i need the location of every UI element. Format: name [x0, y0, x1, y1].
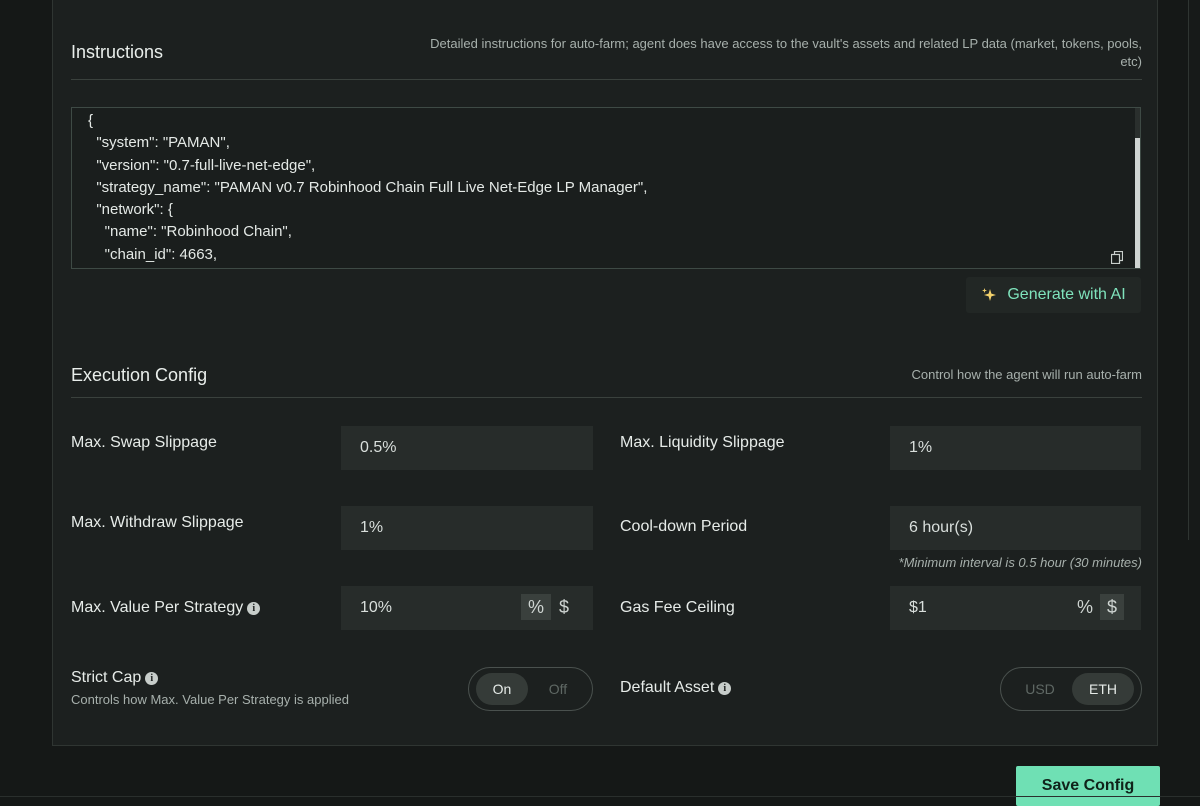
max-value-per-strategy-input[interactable]: 10% % $: [341, 586, 593, 630]
default-asset-toggle[interactable]: USD ETH: [1000, 667, 1142, 711]
percent-unit-toggle[interactable]: %: [1074, 594, 1096, 620]
max-swap-slippage-value: 0.5%: [360, 439, 397, 456]
instructions-editor[interactable]: { "system": "PAMAN", "version": "0.7-ful…: [71, 107, 1141, 269]
max-withdraw-slippage-value: 1%: [360, 519, 384, 536]
percent-unit-toggle[interactable]: %: [521, 594, 551, 620]
max-liquidity-slippage-value: 1%: [909, 439, 933, 456]
gas-fee-ceiling-label: Gas Fee Ceiling: [620, 599, 735, 616]
execution-divider: [71, 397, 1142, 398]
execution-config-title: Execution Config: [71, 365, 208, 385]
info-icon[interactable]: i: [145, 672, 159, 685]
strict-cap-sublabel: Controls how Max. Value Per Strategy is …: [71, 692, 349, 707]
sparkles-icon: [982, 288, 997, 301]
execution-config-description: Control how the agent will run auto-farm: [911, 367, 1142, 382]
gas-fee-ceiling-value: $1: [909, 599, 927, 616]
info-icon[interactable]: i: [247, 602, 261, 615]
max-swap-slippage-input[interactable]: 0.5%: [341, 426, 593, 470]
default-asset-eth-option[interactable]: ETH: [1072, 673, 1134, 705]
strict-cap-toggle[interactable]: On Off: [468, 667, 593, 711]
cooldown-period-value: 6 hour(s): [909, 519, 974, 536]
gas-fee-ceiling-input[interactable]: $1 % $: [890, 586, 1141, 630]
adjacent-panel-edge: [1188, 0, 1200, 540]
instructions-code[interactable]: { "system": "PAMAN", "version": "0.7-ful…: [88, 110, 647, 268]
bottom-divider: [0, 796, 1200, 797]
strict-cap-label-row: Strict Cap i: [71, 669, 159, 687]
max-withdraw-slippage-label: Max. Withdraw Slippage: [71, 514, 244, 531]
dollar-unit-toggle[interactable]: $: [553, 594, 575, 620]
generate-label: Generate with AI: [1007, 286, 1126, 303]
strict-cap-on-option[interactable]: On: [476, 673, 528, 705]
cooldown-period-label: Cool-down Period: [620, 518, 748, 535]
max-liquidity-slippage-label: Max. Liquidity Slippage: [620, 434, 785, 451]
generate-with-ai-button[interactable]: Generate with AI: [966, 277, 1141, 313]
max-liquidity-slippage-input[interactable]: 1%: [890, 426, 1141, 470]
default-asset-label: Default Asset: [620, 679, 715, 696]
strict-cap-label: Strict Cap: [71, 669, 142, 686]
max-value-per-strategy-label-row: Max. Value Per Strategy i: [71, 599, 261, 617]
cooldown-period-input[interactable]: 6 hour(s): [890, 506, 1141, 550]
instructions-divider: [71, 79, 1142, 80]
max-withdraw-slippage-input[interactable]: 1%: [341, 506, 593, 550]
save-config-button[interactable]: Save Config: [1016, 766, 1160, 806]
editor-scroll-thumb[interactable]: [1135, 138, 1140, 268]
cooldown-hint: *Minimum interval is 0.5 hour (30 minute…: [898, 555, 1142, 570]
default-asset-usd-option[interactable]: USD: [1013, 673, 1067, 705]
max-value-per-strategy-value: 10%: [360, 599, 393, 616]
instructions-description: Detailed instructions for auto-farm; age…: [430, 36, 1142, 69]
strict-cap-off-option[interactable]: Off: [533, 673, 583, 705]
max-value-per-strategy-label: Max. Value Per Strategy: [71, 599, 244, 616]
instructions-title: Instructions: [71, 42, 164, 62]
info-icon[interactable]: i: [718, 682, 732, 695]
default-asset-label-row: Default Asset i: [620, 679, 732, 697]
copy-icon[interactable]: [1111, 251, 1123, 264]
max-swap-slippage-label: Max. Swap Slippage: [71, 434, 217, 451]
dollar-unit-toggle[interactable]: $: [1100, 594, 1124, 620]
editor-scrollbar[interactable]: [1135, 108, 1140, 268]
